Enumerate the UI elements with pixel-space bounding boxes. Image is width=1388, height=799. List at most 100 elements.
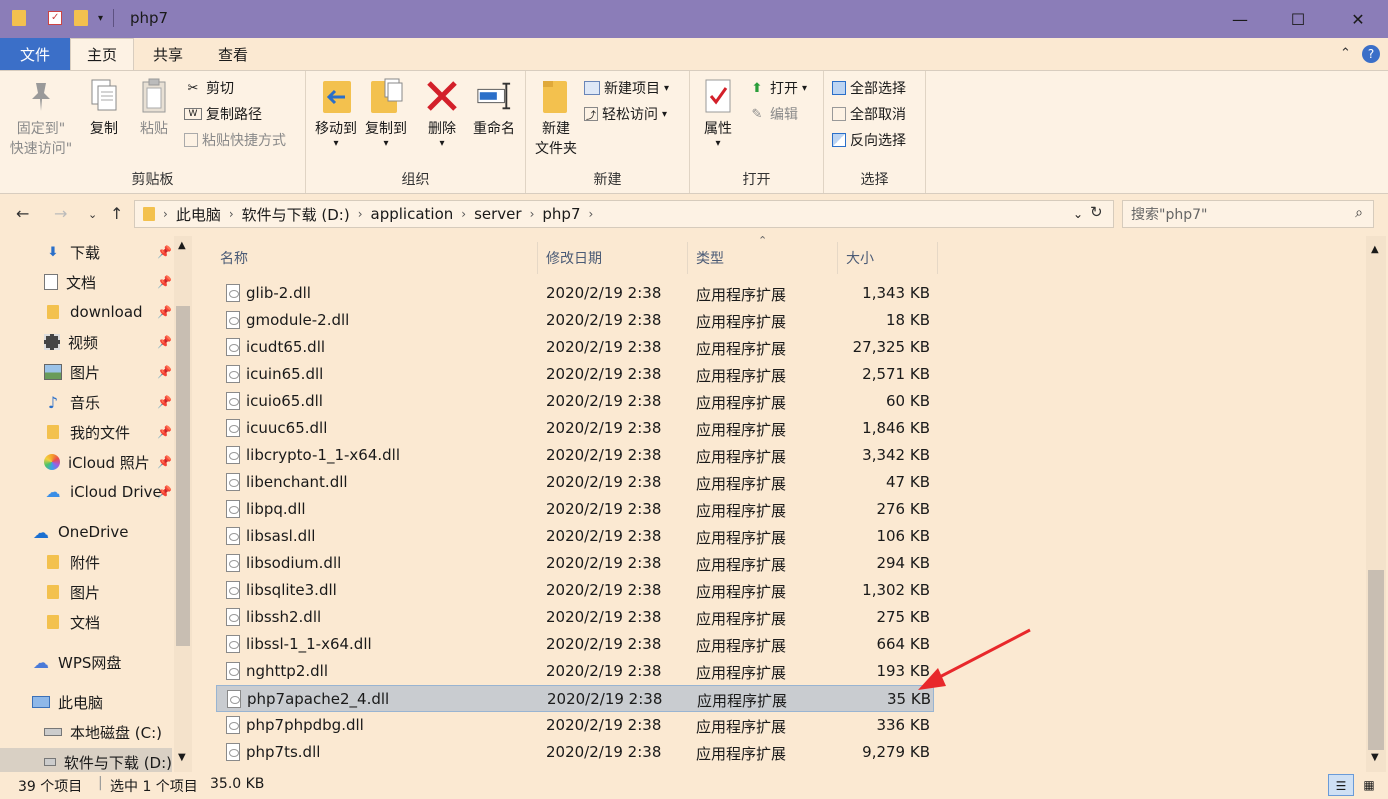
nav-item-download-folder[interactable]: download 📌 [0,298,172,326]
new-folder-button[interactable]: 新建 文件夹 [532,77,580,159]
file-row[interactable]: php7phpdbg.dll 2020/2/19 2:38 应用程序扩展 336 KB [216,712,934,739]
file-row[interactable]: icuio65.dll 2020/2/19 2:38 应用程序扩展 60 KB [216,388,934,415]
file-row[interactable]: libssh2.dll 2020/2/19 2:38 应用程序扩展 275 KB [216,604,934,631]
up-arrow-icon[interactable]: ↑ [110,204,123,223]
file-row[interactable]: icuuc65.dll 2020/2/19 2:38 应用程序扩展 1,846 KB [216,415,934,442]
file-row[interactable]: php7apache2_4.dll 2020/2/19 2:38 应用程序扩展 35 … [216,685,934,712]
scroll-down-icon[interactable]: ▼ [178,752,186,763]
minimize-button[interactable]: — [1212,0,1268,38]
search-icon[interactable]: ⌕ [1355,205,1363,221]
breadcrumb-drive-d[interactable]: 软件与下载 (D:) [242,204,350,225]
breadcrumb-server[interactable]: server [474,205,521,223]
collapse-ribbon-icon[interactable]: ⌃ [1340,46,1351,61]
easy-access-button[interactable]: ⤴ 轻松访问 ▾ [584,103,667,125]
edit-button[interactable]: ✎ 编辑 [748,103,798,125]
new-folder-quick-icon[interactable] [74,10,88,26]
refresh-icon[interactable]: ↻ [1090,203,1103,221]
pin-icon[interactable]: 📌 [157,425,172,439]
properties-quick-icon[interactable]: ✓ [48,11,62,25]
file-row[interactable]: glib-2.dll 2020/2/19 2:38 应用程序扩展 1,343 KB [216,280,934,307]
tab-share[interactable]: 共享 [136,38,200,70]
scroll-up-icon[interactable]: ▲ [1371,244,1379,255]
nav-item-my-files[interactable]: 我的文件 📌 [0,418,172,446]
maximize-button[interactable]: ☐ [1270,0,1326,38]
pin-icon[interactable]: 📌 [157,335,172,349]
pin-icon[interactable]: 📌 [157,275,172,289]
nav-item-onedrive-pictures[interactable]: 图片 [0,578,172,606]
nav-scrollbar[interactable]: ▲ ▼ [174,236,192,772]
scroll-up-icon[interactable]: ▲ [178,240,186,251]
file-row[interactable]: icuin65.dll 2020/2/19 2:38 应用程序扩展 2,571 KB [216,361,934,388]
column-header-name[interactable]: 名称 [212,242,538,274]
pin-icon[interactable]: 📌 [157,395,172,409]
pin-quick-access-button[interactable]: 固定到" 快速访问" [8,77,74,159]
breadcrumb-this-pc[interactable]: 此电脑 [176,204,221,225]
file-row[interactable]: libcrypto-1_1-x64.dll 2020/2/19 2:38 应用程序扩… [216,442,934,469]
paste-button[interactable]: 粘贴 [134,77,174,139]
rename-button[interactable]: 重命名 [468,77,520,139]
select-all-button[interactable]: 全部选择 [832,77,906,99]
file-row[interactable]: gmodule-2.dll 2020/2/19 2:38 应用程序扩展 18 KB [216,307,934,334]
nav-item-downloads[interactable]: ⬇ 下载 📌 [0,238,172,266]
pin-icon[interactable]: 📌 [157,365,172,379]
nav-item-icloud-drive[interactable]: ☁ iCloud Drive 📌 [0,478,173,506]
search-box[interactable]: 搜索"php7" ⌕ [1122,200,1374,228]
copy-button[interactable]: 复制 [84,77,124,139]
open-button[interactable]: ⬆ 打开 ▾ [748,77,807,99]
pin-icon[interactable]: 📌 [157,485,172,499]
tab-view[interactable]: 查看 [200,38,266,70]
close-button[interactable]: ✕ [1330,0,1386,38]
move-to-button[interactable]: 移动到 ▾ [312,77,360,149]
details-view-button[interactable]: ☰ [1328,774,1354,796]
nav-item-music[interactable]: ♪ 音乐 📌 [0,388,172,416]
file-list-scrollbar-thumb[interactable] [1368,570,1384,750]
large-icons-view-button[interactable]: ▦ [1356,774,1382,796]
tab-file[interactable]: 文件 [0,38,70,70]
forward-arrow-icon[interactable]: → [54,204,67,223]
nav-scrollbar-thumb[interactable] [176,306,190,646]
file-row[interactable]: libenchant.dll 2020/2/19 2:38 应用程序扩展 47 KB [216,469,934,496]
nav-item-pictures[interactable]: 图片 📌 [0,358,172,386]
file-row[interactable]: php7ts.dll 2020/2/19 2:38 应用程序扩展 9,279 KB [216,739,934,766]
pin-icon[interactable]: 📌 [157,455,172,469]
nav-item-videos[interactable]: 视频 📌 [0,328,172,356]
file-row[interactable]: libsodium.dll 2020/2/19 2:38 应用程序扩展 294 KB [216,550,934,577]
nav-item-this-pc[interactable]: 此电脑 [0,688,172,716]
select-none-button[interactable]: 全部取消 [832,103,906,125]
breadcrumb-application[interactable]: application [371,205,454,223]
nav-item-icloud-photos[interactable]: iCloud 照片 📌 [0,448,172,476]
customize-dropdown-icon[interactable]: ▾ [98,13,103,24]
cut-button[interactable]: ✂ 剪切 [184,77,234,99]
file-row[interactable]: libssl-1_1-x64.dll 2020/2/19 2:38 应用程序扩展 66… [216,631,934,658]
help-icon[interactable]: ? [1362,45,1380,63]
file-row[interactable]: libsqlite3.dll 2020/2/19 2:38 应用程序扩展 1,302 … [216,577,934,604]
file-row[interactable]: nghttp2.dll 2020/2/19 2:38 应用程序扩展 193 KB [216,658,934,685]
nav-item-local-disk-c[interactable]: 本地磁盘 (C:) [0,718,172,746]
breadcrumb-php7[interactable]: php7 [542,205,580,223]
scroll-down-icon[interactable]: ▼ [1371,752,1379,763]
address-bar[interactable]: › 此电脑 › 软件与下载 (D:) › application › serve… [134,200,1114,228]
column-header-date[interactable]: 修改日期 [538,242,688,274]
nav-item-wps-cloud[interactable]: ☁ WPS网盘 [0,648,172,676]
nav-item-attachments[interactable]: 附件 [0,548,172,576]
copy-path-button[interactable]: W 复制路径 [184,103,262,125]
recent-locations-chevron-icon[interactable]: ⌄ [88,208,97,221]
column-header-size[interactable]: 大小 [838,242,938,274]
paste-shortcut-button[interactable]: 粘贴快捷方式 [184,129,286,151]
delete-button[interactable]: 删除 ▾ [422,77,462,149]
pin-icon[interactable]: 📌 [157,245,172,259]
pin-icon[interactable]: 📌 [157,305,172,319]
file-row[interactable]: icudt65.dll 2020/2/19 2:38 应用程序扩展 27,325 KB [216,334,934,361]
back-arrow-icon[interactable]: ← [16,204,29,223]
copy-to-button[interactable]: 复制到 ▾ [362,77,410,149]
file-row[interactable]: libpq.dll 2020/2/19 2:38 应用程序扩展 276 KB [216,496,934,523]
properties-button[interactable]: 属性 ▾ [698,77,738,149]
new-item-button[interactable]: 新建项目 ▾ [584,77,669,99]
address-dropdown-icon[interactable]: ⌄ [1073,207,1083,221]
tab-home[interactable]: 主页 [70,38,134,70]
file-list-scrollbar[interactable]: ▲ ▼ [1366,236,1386,772]
nav-item-onedrive[interactable]: ☁ OneDrive [0,518,172,546]
nav-item-drive-d[interactable]: 软件与下载 (D:) [0,748,172,772]
nav-item-documents[interactable]: 文档 📌 [0,268,172,296]
file-row[interactable]: libsasl.dll 2020/2/19 2:38 应用程序扩展 106 KB [216,523,934,550]
